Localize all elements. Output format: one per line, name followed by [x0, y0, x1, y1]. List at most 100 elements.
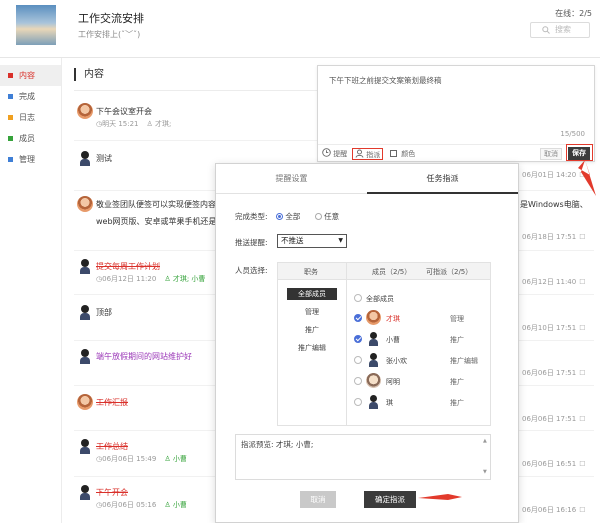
sidebar-item-content[interactable]: 内容: [0, 65, 61, 86]
bullet-icon: [8, 73, 13, 78]
sidebar-item-members[interactable]: 成员: [0, 128, 61, 149]
member-role: 推广: [450, 336, 464, 344]
checkbox[interactable]: [354, 398, 362, 406]
picker-header: 职务 成员（2/5） 可指派（2/5）: [278, 263, 490, 280]
checkbox-checked[interactable]: [354, 314, 362, 322]
complete-type-row: 完成类型: 全部 任意: [235, 211, 339, 222]
radio-icon: [315, 213, 323, 220]
member-name: 小曹: [386, 336, 400, 344]
radio-any[interactable]: 任意: [315, 212, 339, 221]
divider: [346, 263, 347, 425]
radio-selected-icon: [276, 213, 284, 220]
item-text: 顶部: [96, 308, 112, 317]
member-name: 才琪: [386, 315, 400, 323]
tab-remind-settings[interactable]: 提醒设置: [216, 164, 367, 194]
col-role: 职务: [304, 268, 318, 276]
avatar: [366, 331, 381, 346]
select-all-members[interactable]: 全部成员: [354, 290, 484, 306]
group-thumbnail: [16, 5, 56, 45]
assign-tool[interactable]: 指派: [352, 148, 384, 160]
item-text: 工作汇报: [96, 398, 128, 407]
item-text: 端午放假期间的网站维护好: [96, 352, 192, 361]
assign-preview: 指派预览: 才琪; 小曹; ▲ ▼: [235, 434, 491, 480]
cancel-button[interactable]: 取消: [540, 148, 562, 160]
search-placeholder: 搜索: [555, 25, 571, 34]
role-all-members[interactable]: 全部成员: [287, 288, 337, 300]
checkbox[interactable]: [354, 294, 362, 302]
avatar: [366, 394, 381, 409]
editor-text[interactable]: 下午下班之前提交文案策划最终稿: [329, 75, 442, 86]
sidebar-item-log[interactable]: 日志: [0, 107, 61, 128]
app-header: 工作交流安排 工作安排上(ˇ﹀ˇ) 在线：2/5 搜索: [0, 0, 600, 58]
save-highlight-box: [566, 144, 593, 161]
item-date: 06月06日 16:16 ☐: [522, 506, 586, 514]
scrollbar[interactable]: ▲ ▼: [483, 438, 488, 476]
dialog-tabs: 提醒设置 任务指派: [216, 164, 518, 194]
role-promote[interactable]: 推广: [287, 324, 337, 336]
bullet-icon: [8, 157, 13, 162]
item-text-right: 是Windows电脑、: [520, 200, 588, 209]
editor-toolbar: 提醒 指派 颜色 取消 保存: [318, 144, 594, 162]
col-members: 成员（2/5）: [372, 268, 412, 276]
bullet-icon: [8, 115, 13, 120]
checkbox-checked[interactable]: [354, 335, 362, 343]
member-name: 阿明: [386, 378, 400, 386]
sidebar-item-label: 完成: [19, 92, 35, 101]
role-promote-editor[interactable]: 推广编辑: [287, 342, 337, 354]
member-role: 管理: [450, 315, 464, 323]
search-input[interactable]: 搜索: [530, 22, 590, 38]
color-tool[interactable]: 颜色: [390, 148, 415, 160]
note-editor[interactable]: 下午下班之前提交文案策划最终稿 15/500 提醒 指派 颜色 取消 保存: [317, 65, 595, 162]
avatar: [77, 103, 93, 119]
member-name: 张小欢: [386, 357, 407, 365]
item-date: 06月06日 17:51 ☐: [522, 369, 586, 377]
color-tool-label: 颜色: [401, 150, 416, 158]
item-text: 下午会议室开会: [96, 107, 152, 116]
member-row[interactable]: 小曹 推广: [354, 331, 484, 347]
member-name: 琪: [386, 399, 393, 407]
avatar: [77, 150, 93, 166]
role-manage[interactable]: 管理: [287, 306, 337, 318]
member-row[interactable]: 琪 推广: [354, 394, 484, 410]
content-heading: 内容: [74, 68, 104, 81]
push-label: 推送提醒:: [235, 238, 268, 247]
sidebar-item-label: 日志: [19, 113, 35, 122]
avatar: [77, 438, 93, 454]
avatar: [77, 348, 93, 364]
sidebar-item-done[interactable]: 完成: [0, 86, 61, 107]
member-row[interactable]: 阿明 推广: [354, 373, 484, 389]
checkbox[interactable]: [354, 356, 362, 364]
member-role: 推广: [450, 399, 464, 407]
remind-tool-label: 提醒: [333, 150, 348, 158]
item-date: 06月18日 17:51 ☐: [522, 233, 586, 241]
avatar: [77, 258, 93, 274]
confirm-assign-button[interactable]: 确定指派: [364, 491, 416, 508]
online-count: 在线：2/5: [555, 9, 592, 18]
push-select[interactable]: 不推送 ▼: [277, 234, 347, 248]
avatar: [77, 394, 93, 410]
preview-value: 才琪; 小曹;: [275, 440, 314, 449]
scroll-up-icon: ▲: [483, 438, 487, 444]
item-date: 06月01日 14:20 ☐: [522, 171, 586, 179]
member-row[interactable]: 张小欢 推广编辑: [354, 352, 484, 368]
avatar: [366, 352, 381, 367]
caret-down-icon: ▼: [338, 237, 343, 244]
item-text: 下午开会: [96, 488, 128, 497]
radio-all[interactable]: 全部: [276, 212, 300, 221]
cancel-button[interactable]: 取消: [300, 491, 336, 508]
clock-icon: [322, 148, 331, 157]
sidebar-item-manage[interactable]: 管理: [0, 149, 61, 170]
sidebar-item-label: 成员: [19, 134, 35, 143]
bullet-icon: [8, 94, 13, 99]
item-text: 提交每周工作计划: [96, 262, 160, 271]
member-row[interactable]: 才琪 管理: [354, 310, 484, 326]
avatar: [77, 304, 93, 320]
palette-icon: [390, 150, 397, 157]
assign-tool-label: 指派: [366, 151, 381, 159]
page-subtitle: 工作安排上(ˇ﹀ˇ): [78, 30, 141, 39]
checkbox[interactable]: [354, 377, 362, 385]
tab-task-assign[interactable]: 任务指派: [367, 164, 518, 194]
remind-tool[interactable]: 提醒: [322, 148, 347, 160]
item-text-line2: web网页版、安卓或苹果手机还是iPa: [96, 217, 229, 226]
bullet-icon: [8, 136, 13, 141]
